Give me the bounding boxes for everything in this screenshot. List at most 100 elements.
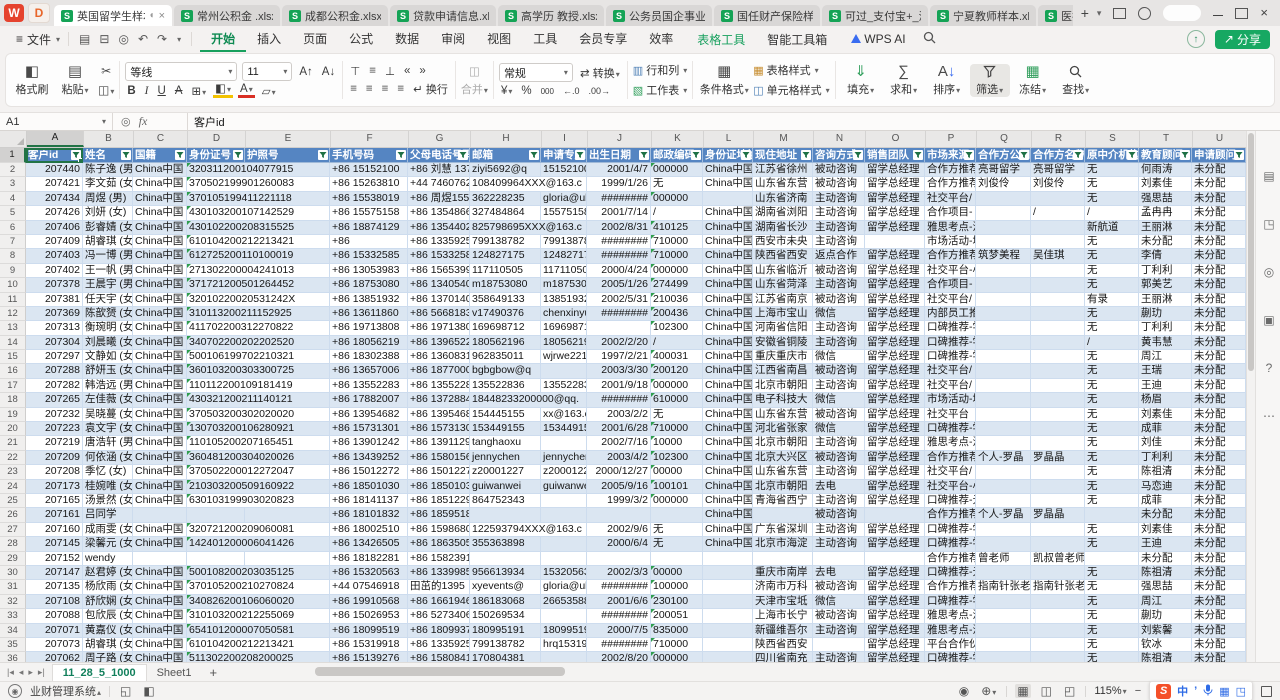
cell-R23[interactable] xyxy=(1031,465,1085,479)
column-header-G[interactable]: G xyxy=(409,131,471,147)
cell-G17[interactable]: +86 1355228361 xyxy=(408,379,470,393)
menu-tab-1[interactable]: 插入 xyxy=(246,27,292,52)
increase-font-button[interactable]: A↑ xyxy=(297,66,314,78)
cell-K11[interactable]: 210036 xyxy=(651,293,703,307)
cell-N35[interactable] xyxy=(813,638,865,652)
zoom-level[interactable]: 115%▾ xyxy=(1094,685,1126,697)
cell-F33[interactable]: +86 15026953 xyxy=(330,609,408,623)
cell-R33[interactable] xyxy=(1031,609,1085,623)
cell-F22[interactable]: +86 13439252 xyxy=(330,451,408,465)
cell-S21[interactable]: 无 xyxy=(1085,436,1139,450)
cell-N4[interactable]: 主动咨询 xyxy=(813,192,865,206)
cell-S10[interactable]: 无 xyxy=(1085,278,1139,292)
row-number[interactable]: 4 xyxy=(0,192,26,206)
cell-K34[interactable]: 835000 xyxy=(651,624,703,638)
bold-button[interactable]: B xyxy=(125,85,137,97)
cell-P10[interactable]: 合作项目- xyxy=(925,278,976,292)
layout-icon[interactable] xyxy=(1113,8,1126,19)
comma-style-button[interactable]: 000 xyxy=(539,87,556,96)
cell-O12[interactable]: 留学总经理 xyxy=(865,307,925,321)
cell-C9[interactable]: China中国 xyxy=(133,264,187,278)
doc-tab[interactable]: S常州公积金 .xlsx xyxy=(174,5,280,26)
cell-R5[interactable]: / xyxy=(1031,206,1085,220)
cell-I35[interactable]: hrq153199 xyxy=(541,638,587,652)
cell-Q36[interactable] xyxy=(976,652,1031,662)
cell-B21[interactable]: 唐浩轩 (男) xyxy=(83,436,133,450)
cell-L15[interactable]: China中国 xyxy=(703,350,753,364)
wps-ai-button[interactable]: WPS AI xyxy=(840,29,916,49)
cell-A11[interactable]: 207381 xyxy=(26,293,83,307)
cell-N23[interactable]: 主动咨询 xyxy=(813,465,865,479)
cell-Q23[interactable] xyxy=(976,465,1031,479)
cell-H19[interactable]: 154445155 xyxy=(470,408,541,422)
cell-A25[interactable]: 207165 xyxy=(26,494,83,508)
cell-I26[interactable] xyxy=(541,508,587,522)
row-number[interactable]: 14 xyxy=(0,336,26,350)
cell-I5[interactable]: 155751588 xyxy=(541,206,587,220)
cell-F36[interactable]: +86 15139276 xyxy=(330,652,408,662)
justify-icon[interactable]: ≡ xyxy=(395,83,406,95)
cell-P19[interactable]: 社交平台 xyxy=(925,408,976,422)
cell-A13[interactable]: 207313 xyxy=(26,321,83,335)
cell-N28[interactable]: 主动咨询 xyxy=(813,537,865,551)
cell-A10[interactable]: 207378 xyxy=(26,278,83,292)
cell-C6[interactable]: China中国 xyxy=(133,221,187,235)
cell-P23[interactable]: 社交平台/ xyxy=(925,465,976,479)
cell-J15[interactable]: 1997/2/21 xyxy=(587,350,651,364)
cell-A4[interactable]: 207434 xyxy=(26,192,83,206)
row-number[interactable]: 6 xyxy=(0,221,26,235)
wrap-text-button[interactable]: ↵ 换行 xyxy=(411,81,450,97)
cell-O5[interactable]: 留学总经理 xyxy=(865,206,925,220)
cell-C33[interactable]: China中国 xyxy=(133,609,187,623)
cell-Q21[interactable] xyxy=(976,436,1031,450)
cell-R2[interactable]: 亮哥留学 xyxy=(1031,163,1085,177)
format-painter-button[interactable]: ◧ 格式刷 xyxy=(12,64,52,97)
cell-I31[interactable]: gloria@uk xyxy=(541,580,587,594)
cell-style-button[interactable]: ◫单元格样式▾ xyxy=(753,82,829,98)
doc-tab[interactable]: S高学历 教授.xlsx xyxy=(498,5,604,26)
cell-L26[interactable]: China中国 xyxy=(703,508,753,522)
menu-tab-6[interactable]: 视图 xyxy=(476,27,522,52)
first-sheet-icon[interactable]: |◂ xyxy=(7,667,14,678)
cell-L33[interactable] xyxy=(703,609,753,623)
cell-A35[interactable]: 207073 xyxy=(26,638,83,652)
cell-N29[interactable] xyxy=(813,552,865,566)
cell-G28[interactable]: +86 1863505000 xyxy=(408,537,470,551)
cell-K9[interactable]: 000000 xyxy=(651,264,703,278)
cell-I8[interactable]: 124827175 xyxy=(541,249,587,263)
vertical-scrollbar[interactable] xyxy=(1246,131,1255,662)
column-header-M[interactable]: M xyxy=(754,131,814,147)
cell-D15[interactable]: 500106199702210321 xyxy=(187,350,245,364)
cell-N30[interactable]: 去电 xyxy=(813,566,865,580)
row-number[interactable]: 3 xyxy=(0,177,26,191)
cell-D13[interactable]: 411702200312270822 xyxy=(187,321,245,335)
cell-C22[interactable]: China中国 xyxy=(133,451,187,465)
cell-G13[interactable]: +86 1971380890 xyxy=(408,321,470,335)
column-header-J[interactable]: J xyxy=(588,131,652,147)
find-button[interactable]: 查找▾ xyxy=(1056,64,1096,97)
cell-L25[interactable]: China中国 xyxy=(703,494,753,508)
cell-D5[interactable]: 430103200107142529 xyxy=(187,206,245,220)
selection-icon[interactable]: ◎ xyxy=(1264,265,1274,279)
ime-mic-icon[interactable] xyxy=(1203,684,1213,699)
doc-tab[interactable]: S国任财产保险样本.xlsx xyxy=(714,5,820,26)
page-break-view-icon[interactable]: ◰ xyxy=(1062,684,1077,698)
column-filter-icon[interactable] xyxy=(575,150,585,160)
cell-J8[interactable]: ######## xyxy=(587,249,651,263)
cell-U4[interactable]: 未分配 xyxy=(1192,192,1246,206)
cell-M4[interactable]: 山东省济南 xyxy=(753,192,813,206)
pane-icon[interactable]: ◳ xyxy=(1263,217,1274,231)
cell-H18[interactable]: 18448233200000@qq. xyxy=(470,393,541,407)
cell-H9[interactable]: 117110505 xyxy=(470,264,541,278)
align-top-icon[interactable]: ⊤ xyxy=(348,64,362,78)
cell-N20[interactable]: 微信 xyxy=(813,422,865,436)
row-number[interactable]: 33 xyxy=(0,609,26,623)
cell-R7[interactable] xyxy=(1031,235,1085,249)
menu-tab-5[interactable]: 审阅 xyxy=(430,27,476,52)
cell-S5[interactable]: / xyxy=(1085,206,1139,220)
filter-button[interactable]: 筛选▾ xyxy=(970,64,1010,97)
cell-C20[interactable]: China中国 xyxy=(133,422,187,436)
cell-C35[interactable]: China中国 xyxy=(133,638,187,652)
cell-P28[interactable]: 口碑推荐-学 xyxy=(925,537,976,551)
column-filter-icon[interactable] xyxy=(396,150,406,160)
